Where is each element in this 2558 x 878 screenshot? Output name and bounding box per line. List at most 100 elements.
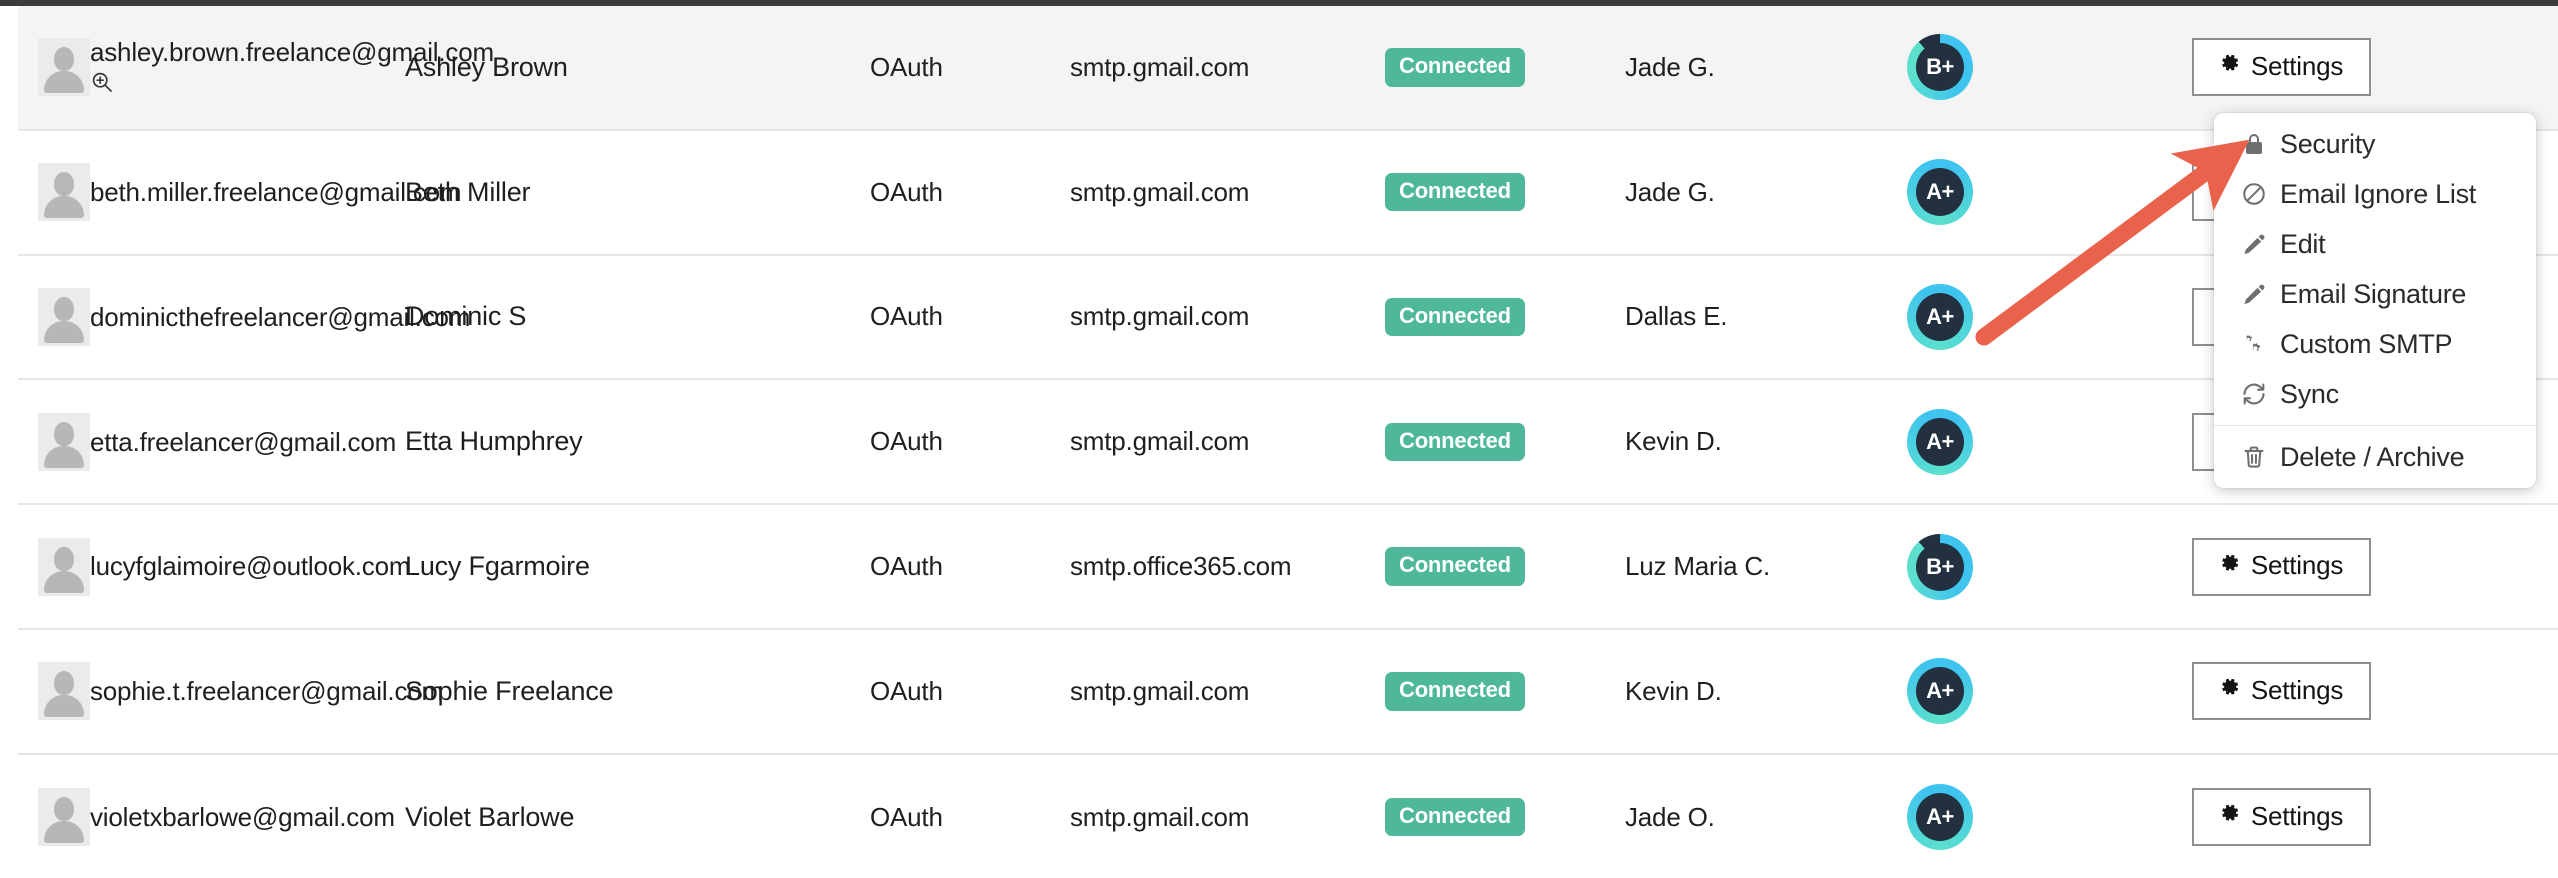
health-score-value: A+ [1916, 417, 1964, 466]
owner-cell: Dallas E. [1625, 301, 1875, 332]
user-placeholder-icon [38, 38, 90, 97]
status-badge: Connected [1385, 672, 1525, 711]
menu-item-label: Email Signature [2280, 278, 2467, 309]
settings-button[interactable]: Settings [2191, 38, 2372, 97]
owner-cell: Jade G. [1625, 177, 1875, 208]
table-row[interactable]: violetxbarlowe@gmail.com Violet Barlowe OA… [18, 754, 2558, 878]
health-score-ring[interactable]: A+ [1907, 658, 1973, 725]
user-placeholder-icon [38, 662, 90, 721]
menu-item-edit[interactable]: Edit [2214, 219, 2536, 269]
name-cell: Sophie Freelance [405, 676, 870, 707]
email-cell: violetxbarlowe@gmail.com [90, 801, 405, 834]
status-badge: Connected [1385, 422, 1525, 461]
table-row[interactable]: etta.freelancer@gmail.com Etta Humphrey OA… [18, 380, 2558, 506]
status-badge: Connected [1385, 297, 1525, 337]
name-cell: Violet Barlowe [405, 802, 870, 833]
menu-item-custom-smtp[interactable]: Custom SMTP [2214, 319, 2536, 369]
smtp-host-cell: smtp.gmail.com [1070, 676, 1385, 707]
avatar-cell [18, 412, 90, 471]
account-name: Ashley Brown [405, 51, 568, 82]
name-cell: Dominic S [405, 301, 870, 332]
health-score-cell: A+ [1875, 408, 2005, 475]
actions-cell: Settings [2005, 662, 2558, 721]
account-email: sophie.t.freelancer@gmail.com [90, 676, 443, 707]
owner-name: Jade O. [1625, 801, 1715, 832]
owner-name: Jade G. [1625, 176, 1715, 207]
menu-item-delete-archive[interactable]: Delete / Archive [2214, 432, 2536, 482]
settings-button[interactable]: Settings [2191, 537, 2372, 596]
table-row[interactable]: sophie.t.freelancer@gmail.com Sophie Free… [18, 629, 2558, 755]
auth-type: OAuth [870, 51, 943, 82]
status-badge: Connected [1385, 48, 1525, 87]
account-email: violetxbarlowe@gmail.com [90, 801, 395, 832]
menu-item-email-signature[interactable]: Email Signature [2214, 269, 2536, 319]
gear-icon [2216, 550, 2241, 582]
status-cell: Connected [1385, 672, 1625, 711]
menu-item-label: Edit [2280, 228, 2326, 259]
menu-item-sync[interactable]: Sync [2214, 369, 2536, 419]
health-score-cell: B+ [1875, 34, 2005, 101]
auth-type: OAuth [870, 176, 943, 207]
owner-cell: Jade G. [1625, 52, 1875, 83]
settings-button[interactable]: Settings [2191, 662, 2372, 721]
pencil-icon [2240, 280, 2268, 308]
user-placeholder-icon [38, 412, 90, 471]
actions-cell: Settings [2005, 788, 2558, 847]
table-row[interactable]: lucyfglaimoire@outlook.com Lucy Fgarmoire… [18, 505, 2558, 630]
table-row[interactable]: dominicthefreelancer@gmail.com Dominic S O… [18, 255, 2558, 381]
table-row[interactable]: beth.miller.freelance@gmail.com Beth Mill… [18, 130, 2558, 256]
name-cell: Lucy Fgarmoire [405, 551, 870, 582]
health-score-ring[interactable]: A+ [1907, 408, 1973, 475]
auth-type-cell: OAuth [870, 301, 1070, 332]
auth-type-cell: OAuth [870, 177, 1070, 208]
health-score-ring[interactable]: B+ [1907, 533, 1973, 600]
menu-item-email-ignore-list[interactable]: Email Ignore List [2214, 169, 2536, 219]
avatar-cell [18, 788, 90, 847]
gear-icon [2216, 800, 2241, 832]
owner-name: Kevin D. [1625, 675, 1722, 706]
health-score-value: A+ [1916, 168, 1964, 217]
account-email: etta.freelancer@gmail.com [90, 426, 397, 457]
menu-separator [2214, 425, 2536, 426]
user-placeholder-icon [38, 287, 90, 346]
smtp-host: smtp.gmail.com [1070, 301, 1250, 332]
email-cell: dominicthefreelancer@gmail.com [90, 301, 470, 334]
gear-icon [2216, 674, 2241, 706]
status-badge: Connected [1385, 547, 1525, 586]
settings-button[interactable]: Settings [2191, 788, 2372, 847]
accounts-table-screen: ashley.brown.freelance@gmail.com Ashley B… [0, 0, 2558, 878]
smtp-host-cell: smtp.office365.com [1070, 551, 1385, 582]
health-score-value: A+ [1916, 292, 1964, 341]
health-score-cell: A+ [1875, 159, 2005, 226]
smtp-host-cell: smtp.gmail.com [1070, 802, 1385, 833]
smtp-host: smtp.gmail.com [1070, 675, 1250, 706]
account-actions-dropdown-menu[interactable]: Security Email Ignore List Edit Email Signa… [2214, 113, 2536, 488]
gear-icon [2216, 50, 2241, 82]
health-score-ring[interactable]: A+ [1907, 283, 1973, 350]
smtp-host: smtp.gmail.com [1070, 51, 1250, 82]
auth-type-cell: OAuth [870, 426, 1070, 457]
trash-icon [2240, 443, 2268, 471]
health-score-ring[interactable]: B+ [1907, 34, 1973, 101]
actions-cell: Settings [2005, 38, 2558, 97]
name-cell: Beth Miller [405, 177, 870, 208]
settings-button-label: Settings [2250, 550, 2344, 581]
table-row[interactable]: ashley.brown.freelance@gmail.com Ashley B… [18, 6, 2558, 131]
email-cell: lucyfglaimoire@outlook.com [90, 550, 411, 583]
menu-item-security[interactable]: Security [2214, 119, 2536, 169]
health-score-ring[interactable]: A+ [1907, 784, 1973, 851]
avatar-cell [18, 163, 90, 222]
health-score-cell: A+ [1875, 658, 2005, 725]
auth-type: OAuth [870, 801, 943, 832]
smtp-host-cell: smtp.gmail.com [1070, 177, 1385, 208]
owner-cell: Kevin D. [1625, 676, 1875, 707]
owner-name: Jade G. [1625, 51, 1715, 82]
account-name: Etta Humphrey [405, 426, 583, 457]
smtp-host: smtp.office365.com [1070, 551, 1292, 582]
health-score-cell: B+ [1875, 533, 2005, 600]
health-score-ring[interactable]: A+ [1907, 159, 1973, 226]
smtp-host: smtp.gmail.com [1070, 801, 1250, 832]
settings-button-label: Settings [2250, 50, 2344, 81]
user-placeholder-icon [38, 537, 90, 596]
smtp-host-cell: smtp.gmail.com [1070, 426, 1385, 457]
